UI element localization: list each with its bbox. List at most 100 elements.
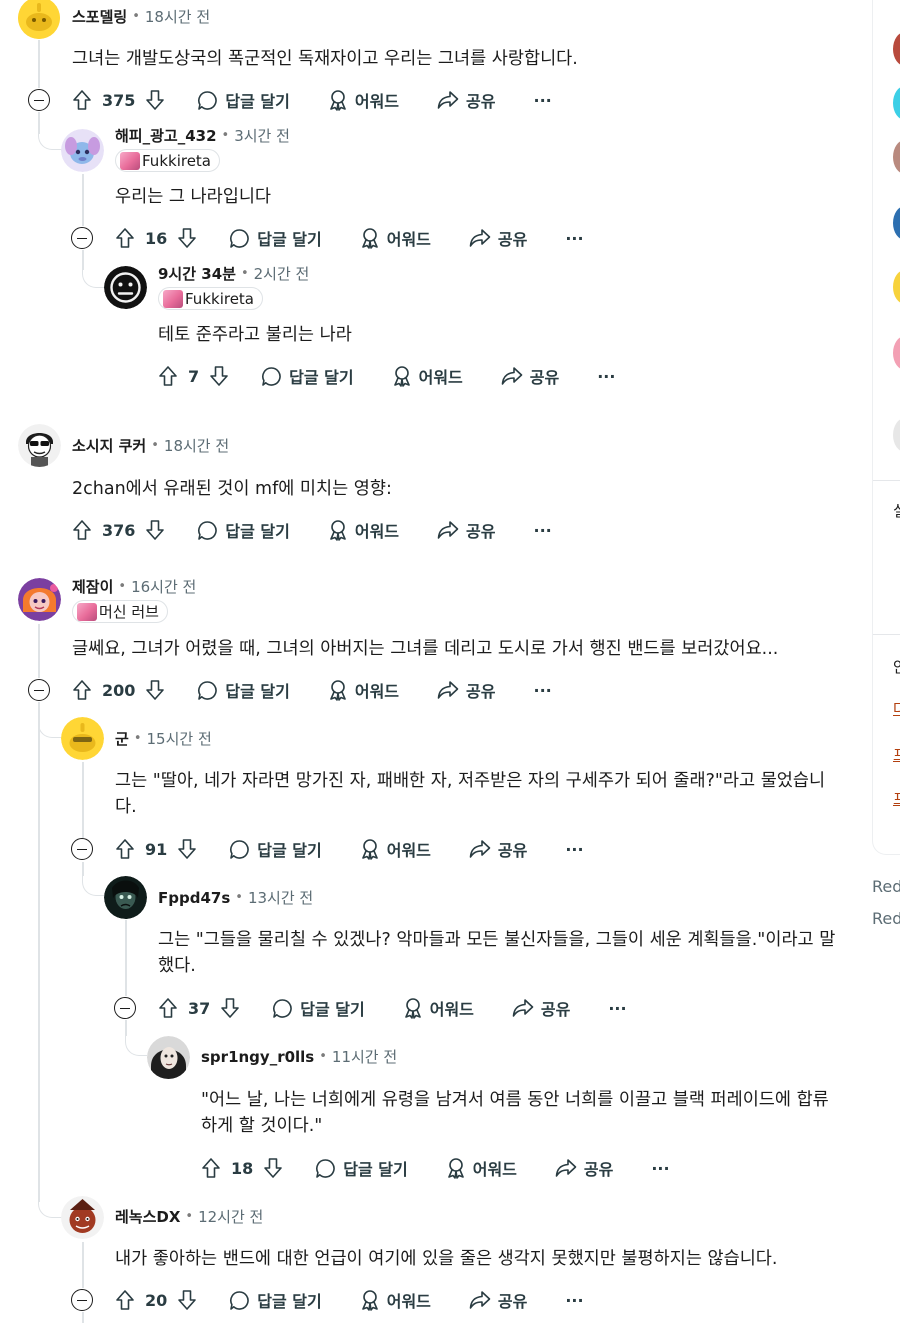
collapse-button[interactable] (71, 838, 93, 860)
share-button[interactable]: 공유 (437, 518, 495, 542)
share-button[interactable]: 공유 (512, 996, 570, 1020)
downvote-button[interactable] (177, 227, 197, 249)
more-options-button[interactable]: ··· (597, 367, 615, 386)
reply-button[interactable]: 답글 달기 (315, 1156, 408, 1180)
award-button[interactable]: 어워드 (328, 518, 399, 542)
timestamp[interactable]: 18시간 전 (145, 6, 210, 27)
timestamp[interactable]: 2시간 전 (254, 263, 310, 284)
more-options-button[interactable]: ··· (565, 229, 583, 248)
collapse-button[interactable] (28, 679, 50, 701)
community-icon[interactable] (893, 86, 900, 120)
downvote-button[interactable] (220, 997, 240, 1019)
downvote-button[interactable] (145, 679, 165, 701)
timestamp[interactable]: 15시간 전 (146, 728, 211, 749)
timestamp[interactable]: 3시간 전 (234, 125, 290, 146)
upvote-button[interactable] (115, 838, 135, 860)
community-icon[interactable] (893, 140, 900, 174)
reply-button[interactable]: 답글 달기 (197, 678, 290, 702)
share-button[interactable]: 공유 (555, 1156, 613, 1180)
award-button[interactable]: 어워드 (360, 1288, 431, 1312)
avatar[interactable] (18, 0, 60, 39)
more-options-button[interactable]: ··· (608, 999, 626, 1018)
more-options-button[interactable]: ··· (533, 681, 551, 700)
reply-button[interactable]: 답글 달기 (197, 518, 290, 542)
downvote-button[interactable] (263, 1157, 283, 1179)
timestamp[interactable]: 18시간 전 (164, 435, 229, 456)
downvote-button[interactable] (177, 838, 197, 860)
reply-button[interactable]: 답글 달기 (229, 837, 322, 861)
downvote-button[interactable] (145, 89, 165, 111)
username[interactable]: 9시간 34분 (158, 263, 236, 284)
username[interactable]: 제잠이 (72, 576, 113, 597)
username[interactable]: 소시지 쿠커 (72, 435, 146, 456)
collapse-button[interactable] (71, 227, 93, 249)
award-button[interactable]: 어워드 (446, 1156, 517, 1180)
timestamp[interactable]: 16시간 전 (131, 576, 196, 597)
reply-button[interactable]: 답글 달기 (197, 88, 290, 112)
community-icon[interactable] (893, 418, 900, 452)
upvote-button[interactable] (72, 679, 92, 701)
username[interactable]: 군 (115, 728, 129, 749)
upvote-button[interactable] (72, 519, 92, 541)
reply-button[interactable]: 답글 달기 (229, 226, 322, 250)
upvote-button[interactable] (115, 227, 135, 249)
more-options-button[interactable]: ··· (565, 1291, 583, 1310)
award-button[interactable]: 어워드 (328, 678, 399, 702)
upvote-button[interactable] (201, 1157, 221, 1179)
collapse-button[interactable] (28, 89, 50, 111)
username[interactable]: 레녹스DX (115, 1206, 180, 1227)
downvote-button[interactable] (145, 519, 165, 541)
share-button[interactable]: 공유 (469, 226, 527, 250)
reply-button[interactable]: 답글 달기 (229, 1288, 322, 1312)
username[interactable]: 해피_광고_432 (115, 125, 217, 146)
timestamp[interactable]: 13시간 전 (248, 887, 313, 908)
avatar[interactable] (18, 578, 61, 621)
timestamp[interactable]: 11시간 전 (332, 1046, 397, 1067)
upvote-button[interactable] (158, 997, 178, 1019)
sidebar-link[interactable]: 프 (893, 788, 900, 809)
community-icon[interactable] (893, 270, 900, 304)
avatar[interactable] (104, 266, 147, 309)
award-button[interactable]: 어워드 (392, 364, 463, 388)
footer-link[interactable]: Red (872, 877, 900, 896)
community-icon[interactable] (893, 206, 900, 240)
share-button[interactable]: 공유 (469, 837, 527, 861)
avatar[interactable] (104, 876, 147, 919)
timestamp[interactable]: 12시간 전 (198, 1206, 263, 1227)
username[interactable]: Fppd47s (158, 889, 230, 907)
share-button[interactable]: 공유 (469, 1288, 527, 1312)
footer-link[interactable]: Red (872, 909, 900, 928)
award-button[interactable]: 어워드 (328, 88, 399, 112)
award-button[interactable]: 어워드 (403, 996, 474, 1020)
reply-button[interactable]: 답글 달기 (261, 364, 354, 388)
avatar[interactable] (18, 424, 61, 467)
collapse-button[interactable] (71, 1289, 93, 1311)
community-icon[interactable] (893, 336, 900, 370)
upvote-button[interactable] (115, 1289, 135, 1311)
more-options-button[interactable]: ··· (565, 840, 583, 859)
downvote-button[interactable] (209, 365, 229, 387)
sidebar-link[interactable]: 프 (893, 744, 900, 765)
sidebar-link[interactable]: 다 (893, 698, 900, 719)
more-options-button[interactable]: ··· (651, 1159, 669, 1178)
downvote-button[interactable] (177, 1289, 197, 1311)
avatar[interactable] (147, 1036, 190, 1079)
thread-line (82, 174, 84, 226)
avatar[interactable] (61, 129, 104, 172)
reply-button[interactable]: 답글 달기 (272, 996, 365, 1020)
more-options-button[interactable]: ··· (533, 521, 551, 540)
upvote-button[interactable] (158, 365, 178, 387)
award-button[interactable]: 어워드 (360, 226, 431, 250)
share-button[interactable]: 공유 (501, 364, 559, 388)
community-icon[interactable] (893, 32, 900, 66)
share-button[interactable]: 공유 (437, 88, 495, 112)
avatar[interactable] (61, 717, 104, 760)
upvote-button[interactable] (72, 89, 92, 111)
username[interactable]: 스포델링 (72, 6, 127, 27)
award-button[interactable]: 어워드 (360, 837, 431, 861)
share-button[interactable]: 공유 (437, 678, 495, 702)
collapse-button[interactable] (114, 997, 136, 1019)
more-options-button[interactable]: ··· (533, 91, 551, 110)
username[interactable]: spr1ngy_r0lls (201, 1048, 314, 1066)
avatar[interactable] (61, 1196, 104, 1239)
